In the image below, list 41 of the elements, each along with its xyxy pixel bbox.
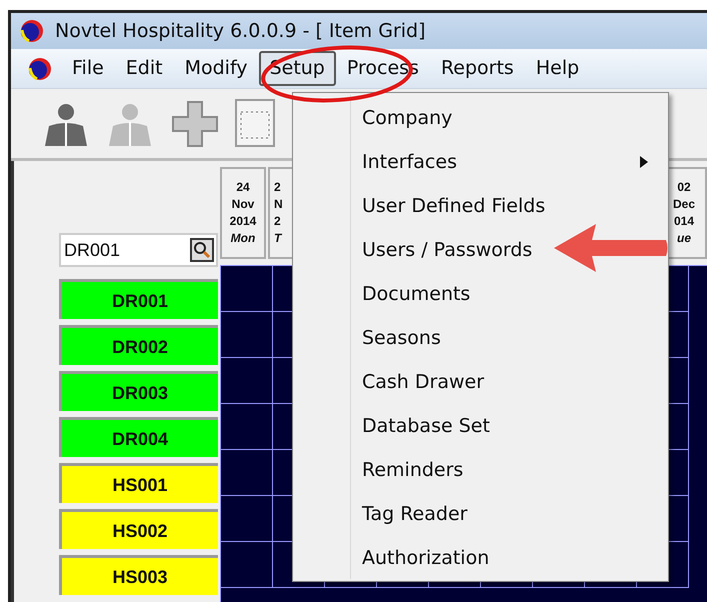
date-text: 02 xyxy=(677,179,691,196)
date-text: 014 xyxy=(674,213,694,230)
dropdown-item[interactable]: Interfaces xyxy=(293,140,668,184)
room-item[interactable]: DR002 xyxy=(59,325,218,365)
room-item[interactable]: DR001 xyxy=(59,279,218,319)
dropdown-item[interactable]: Cash Drawer xyxy=(293,360,668,404)
menu-item[interactable]: File xyxy=(61,51,115,86)
menu-item[interactable]: Edit xyxy=(114,51,174,86)
menu-logo-icon xyxy=(27,56,53,82)
search-field[interactable]: DR001 xyxy=(59,233,218,267)
room-item[interactable]: DR004 xyxy=(59,417,218,457)
menu-item[interactable]: Modify xyxy=(174,51,259,86)
app-logo-icon xyxy=(19,18,45,44)
date-text: 24 xyxy=(236,179,250,196)
menu-item[interactable]: Reports xyxy=(430,51,525,86)
date-text: Dec xyxy=(672,196,695,213)
menu-item[interactable]: Help xyxy=(524,51,590,86)
date-text: T xyxy=(274,230,282,247)
room-item[interactable]: HS002 xyxy=(59,509,218,549)
dropdown-item[interactable]: Authorization xyxy=(293,536,668,580)
dropdown-item[interactable]: Users / Passwords xyxy=(293,228,668,272)
submenu-arrow-icon xyxy=(640,156,648,168)
date-text: N xyxy=(274,196,283,213)
window-title: Novtel Hospitality 6.0.0.9 - [ Item Grid] xyxy=(55,18,426,44)
dropdown-item[interactable]: Company xyxy=(293,96,668,140)
date-text: Nov xyxy=(232,196,254,213)
dropdown-item[interactable]: Documents xyxy=(293,272,668,316)
date-text: 2 xyxy=(274,213,281,230)
search-icon[interactable] xyxy=(190,238,214,262)
date-text: 2014 xyxy=(230,213,256,230)
dropdown-item[interactable]: Seasons xyxy=(293,316,668,360)
dropdown-item[interactable]: Tag Reader xyxy=(293,492,668,536)
dropdown-item[interactable]: Database Set xyxy=(293,404,668,448)
dropdown-item[interactable]: Reminders xyxy=(293,448,668,492)
date-text: ue xyxy=(676,230,691,247)
room-item[interactable]: HS003 xyxy=(59,555,218,595)
dropdown-item[interactable]: User Defined Fields xyxy=(293,184,668,228)
room-item[interactable]: DR003 xyxy=(59,371,218,411)
date-text: Mon xyxy=(230,230,256,247)
room-item[interactable]: HS001 xyxy=(59,463,218,503)
date-text: 2 xyxy=(274,179,281,196)
